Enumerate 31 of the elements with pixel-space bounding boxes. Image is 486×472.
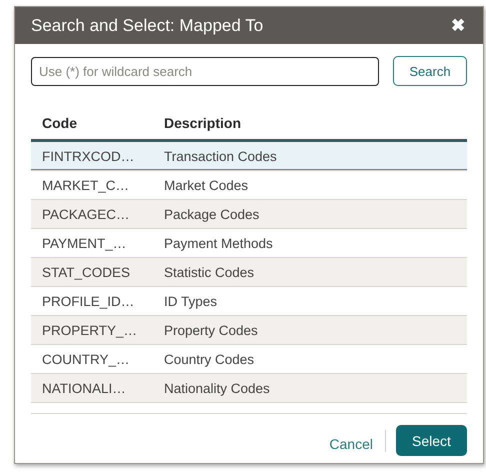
table-cell-text: PROPERTY_… [41, 322, 138, 338]
table-cell-text: Payment Methods [163, 236, 273, 250]
search-field[interactable]: Use (*) for wildcard search [31, 56, 379, 86]
table-cell-text: Country Codes [163, 352, 254, 366]
table-cell-text: ID Types [163, 294, 218, 308]
table-cell-text: COUNTRY_… [41, 352, 131, 366]
select-button[interactable]: Select [396, 425, 467, 456]
table-cell-text: Transaction Codes [163, 148, 277, 164]
table-cell-text: Property Codes [163, 322, 258, 338]
table-cell-text: PACKAGEC… [41, 206, 131, 222]
table-cell-text: Statistic Codes [163, 264, 254, 280]
column-header: Code [41, 114, 78, 130]
table-row[interactable]: PACKAGEC… Package Codes [31, 200, 467, 229]
table-cell-text: PAYMENT_… [41, 236, 128, 250]
table-cell-text: Package Codes [163, 206, 260, 222]
window-title: Search and Select: Mapped To [31, 16, 264, 36]
column-header: Description [163, 114, 242, 130]
table-row[interactable]: NATIONALI… Nationality Codes [31, 374, 467, 403]
cancel-button[interactable]: Cancel [319, 436, 383, 452]
table-cell-text: Market Codes [163, 178, 248, 192]
close-button[interactable]: ✖ [451, 15, 465, 36]
table-cell-text: PROFILE_ID… [41, 294, 136, 308]
table-cell-text: Nationality Codes [163, 380, 270, 396]
table-row[interactable]: STAT_CODES Statistic Codes [31, 258, 467, 287]
table-cell-text: STAT_CODES [41, 264, 132, 280]
table-row[interactable]: FINTRXCOD… Transaction Codes [31, 142, 467, 171]
table-cell-text: MARKET_C… [41, 178, 130, 192]
table-cell-text: NATIONALI… [41, 380, 127, 396]
table-row[interactable]: PROPERTY_… Property Codes [31, 316, 467, 345]
table-cell-text: FINTRXCOD… [41, 148, 136, 164]
search-button[interactable]: Search [393, 56, 467, 86]
